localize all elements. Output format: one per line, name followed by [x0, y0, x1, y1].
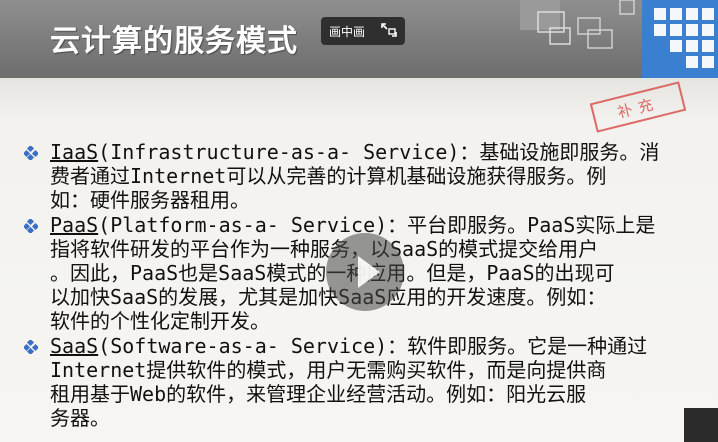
item-description: (Software-as-a- Service)：软件即服务。它是一种通过 In…	[50, 334, 648, 430]
picture-in-picture-button[interactable]: 画中画	[321, 17, 405, 45]
pip-toggle-icon	[381, 23, 397, 37]
video-corner-overlay	[684, 408, 718, 442]
diamond-bullet-icon	[24, 340, 38, 354]
slide-title-bar: 云计算的服务模式 画中画	[0, 0, 718, 78]
list-item-iaas: IaaS(Infrastructure-as-a- Service)：基础设施即…	[24, 140, 714, 212]
term-paas: PaaS	[50, 213, 99, 237]
diamond-bullet-icon	[24, 219, 38, 233]
term-iaas: IaaS	[50, 140, 99, 164]
list-item-saas: SaaS(Software-as-a- Service)：软件即服务。它是一种通…	[24, 334, 714, 430]
pip-label: 画中画	[329, 24, 366, 39]
slide-title: 云计算的服务模式	[50, 24, 298, 59]
diamond-bullet-icon	[24, 146, 38, 160]
term-saas: SaaS	[50, 334, 99, 358]
play-button[interactable]	[326, 233, 404, 311]
play-icon	[358, 256, 380, 288]
item-description: (Infrastructure-as-a- Service)：基础设施即服务。消…	[50, 140, 660, 212]
decorative-squares	[520, 0, 718, 78]
